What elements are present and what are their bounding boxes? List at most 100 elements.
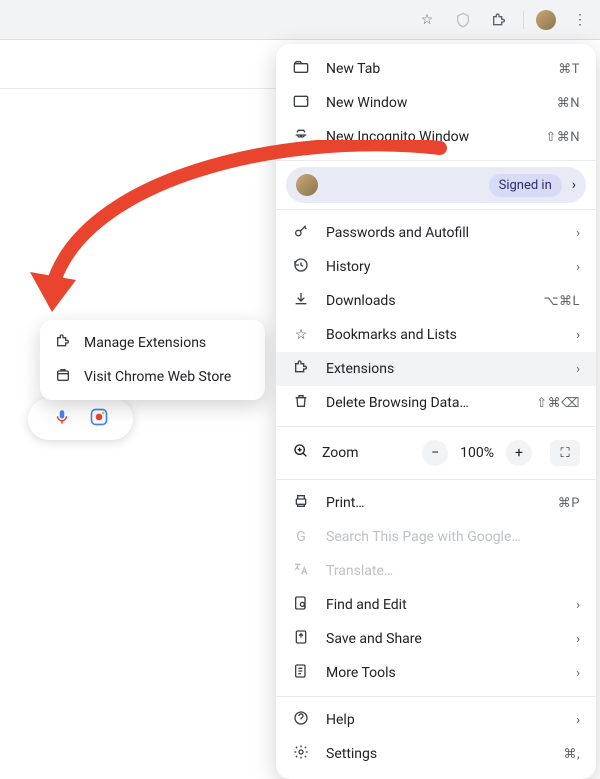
- menu-label: Bookmarks and Lists: [326, 327, 560, 343]
- chevron-right-icon: ›: [576, 328, 580, 343]
- menu-item-translate: Translate…: [276, 554, 596, 588]
- menu-item-help[interactable]: Help ›: [276, 703, 596, 737]
- menu-item-find-edit[interactable]: Find and Edit ›: [276, 588, 596, 622]
- zoom-value: 100%: [460, 445, 494, 461]
- menu-item-new-incognito[interactable]: New Incognito Window ⇧⌘N: [276, 120, 596, 154]
- menu-label: New Tab: [326, 61, 542, 77]
- key-icon: [292, 223, 310, 243]
- menu-label: Help: [326, 712, 560, 728]
- menu-label: Extensions: [326, 361, 560, 377]
- incognito-icon: [292, 128, 310, 146]
- download-icon: [292, 291, 310, 311]
- webstore-icon: [54, 367, 72, 387]
- zoom-row: Zoom − 100% + ⛶: [276, 433, 596, 473]
- menu-item-history[interactable]: History ›: [276, 250, 596, 284]
- zoom-in-button[interactable]: +: [506, 440, 532, 466]
- menu-item-bookmarks[interactable]: ☆ Bookmarks and Lists ›: [276, 318, 596, 352]
- zoom-out-button[interactable]: −: [422, 440, 448, 466]
- menu-item-more-tools[interactable]: More Tools ›: [276, 656, 596, 690]
- star-icon[interactable]: ☆: [415, 8, 439, 32]
- lens-icon[interactable]: [89, 407, 109, 431]
- puzzle-icon: [292, 359, 310, 379]
- chevron-right-icon: ›: [576, 598, 580, 613]
- search-actions-pill: [28, 398, 133, 440]
- tools-icon: [292, 663, 310, 683]
- menu-label: New Incognito Window: [326, 129, 529, 145]
- zoom-icon: [292, 443, 310, 463]
- submenu-item-manage-extensions[interactable]: Manage Extensions: [40, 326, 265, 360]
- trash-icon: [292, 393, 310, 413]
- menu-shortcut: ⌥⌘L: [544, 294, 580, 309]
- profile-avatar-icon[interactable]: [536, 10, 556, 30]
- submenu-item-webstore[interactable]: Visit Chrome Web Store: [40, 360, 265, 394]
- menu-shortcut: ⌘P: [558, 496, 580, 511]
- menu-separator: [276, 209, 596, 210]
- kebab-menu-icon[interactable]: ⋮: [568, 8, 592, 32]
- menu-label: Delete Browsing Data…: [326, 395, 520, 411]
- zoom-label: Zoom: [322, 445, 410, 461]
- find-icon: [292, 595, 310, 615]
- menu-label: Translate…: [326, 563, 580, 579]
- menu-label: New Window: [326, 95, 541, 111]
- star-icon: ☆: [292, 327, 310, 343]
- browser-toolbar: ☆ ⋮: [0, 0, 600, 40]
- menu-item-save-share[interactable]: Save and Share ›: [276, 622, 596, 656]
- menu-label: Save and Share: [326, 631, 560, 647]
- menu-item-settings[interactable]: Settings ⌘,: [276, 737, 596, 771]
- window-icon: [292, 94, 310, 112]
- profile-avatar-icon: [296, 174, 318, 196]
- menu-item-delete-data[interactable]: Delete Browsing Data… ⇧⌘⌫: [276, 386, 596, 420]
- menu-shortcut: ⌘T: [558, 62, 580, 77]
- toolbar-divider: [523, 11, 524, 29]
- menu-shortcut: ⇧⌘N: [545, 130, 580, 145]
- menu-separator: [276, 479, 596, 480]
- help-icon: [292, 710, 310, 730]
- menu-label: More Tools: [326, 665, 560, 681]
- chevron-right-icon: ›: [576, 226, 580, 241]
- signed-in-badge: Signed in: [489, 174, 562, 197]
- menu-item-new-tab[interactable]: New Tab ⌘T: [276, 52, 596, 86]
- menu-item-new-window[interactable]: New Window ⌘N: [276, 86, 596, 120]
- puzzle-icon: [54, 333, 72, 353]
- menu-separator: [276, 160, 596, 161]
- menu-item-downloads[interactable]: Downloads ⌥⌘L: [276, 284, 596, 318]
- menu-label: Downloads: [326, 293, 528, 309]
- menu-label: Print…: [326, 495, 542, 511]
- chevron-right-icon: ›: [576, 362, 580, 377]
- menu-shortcut: ⌘,: [563, 747, 580, 762]
- chevron-right-icon: ›: [576, 260, 580, 275]
- menu-shortcut: ⇧⌘⌫: [536, 396, 580, 411]
- chevron-right-icon: ›: [576, 713, 580, 728]
- menu-separator: [276, 426, 596, 427]
- chevron-right-icon: ›: [572, 177, 576, 193]
- menu-item-search-page: G Search This Page with Google…: [276, 520, 596, 554]
- google-icon: G: [292, 529, 310, 545]
- mic-icon[interactable]: [53, 408, 71, 430]
- menu-item-passwords[interactable]: Passwords and Autofill ›: [276, 216, 596, 250]
- menu-label: Passwords and Autofill: [326, 225, 560, 241]
- print-icon: [292, 493, 310, 513]
- chevron-right-icon: ›: [576, 632, 580, 647]
- menu-shortcut: ⌘N: [557, 96, 580, 111]
- tab-icon: [292, 60, 310, 78]
- chevron-right-icon: ›: [576, 666, 580, 681]
- gear-icon: [292, 744, 310, 764]
- submenu-label: Visit Chrome Web Store: [84, 369, 251, 385]
- menu-label: Find and Edit: [326, 597, 560, 613]
- menu-separator: [276, 696, 596, 697]
- extensions-submenu: Manage Extensions Visit Chrome Web Store: [40, 320, 265, 400]
- submenu-label: Manage Extensions: [84, 335, 251, 351]
- puzzle-icon[interactable]: [487, 8, 511, 32]
- history-icon: [292, 257, 310, 277]
- share-icon: [292, 629, 310, 649]
- menu-label: History: [326, 259, 560, 275]
- signed-in-row[interactable]: Signed in ›: [286, 167, 586, 203]
- chrome-menu: New Tab ⌘T New Window ⌘N New Incognito W…: [276, 44, 596, 779]
- translate-icon: [292, 561, 310, 581]
- menu-item-print[interactable]: Print… ⌘P: [276, 486, 596, 520]
- menu-label: Search This Page with Google…: [326, 529, 580, 545]
- menu-label: Settings: [326, 746, 547, 762]
- menu-item-extensions[interactable]: Extensions ›: [276, 352, 596, 386]
- fullscreen-button[interactable]: ⛶: [550, 440, 580, 466]
- shield-icon[interactable]: [451, 8, 475, 32]
